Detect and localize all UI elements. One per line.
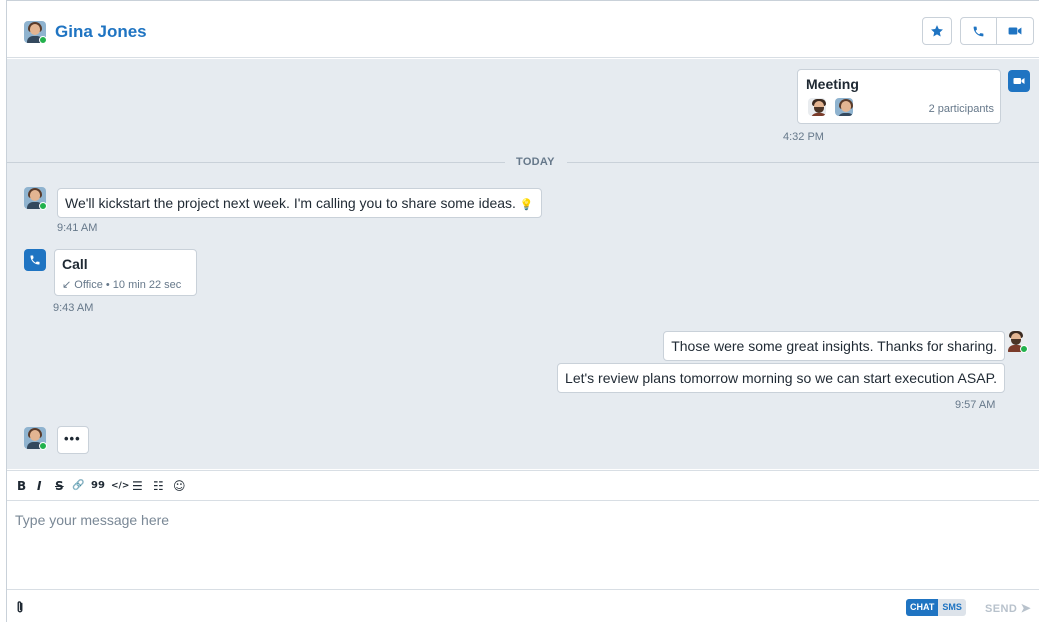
link-button[interactable]: 🔗 <box>72 479 84 493</box>
send-button[interactable]: SEND ➤ <box>985 601 1031 615</box>
emoji-button[interactable]: ☺ <box>173 479 186 493</box>
call-duration: 10 min 22 sec <box>112 279 182 291</box>
message-time: 9:57 AM <box>955 399 996 411</box>
code-button[interactable]: </> <box>111 479 129 493</box>
message-time: 9:41 AM <box>57 222 98 234</box>
meeting-video-icon <box>1008 70 1030 92</box>
chat-mode-option[interactable]: CHAT <box>906 599 939 616</box>
online-status-dot <box>39 442 47 450</box>
video-icon <box>1008 27 1022 35</box>
lightbulb-icon: 💡 <box>519 199 534 211</box>
chat-header: Gina Jones <box>7 1 1039 58</box>
participant-avatar <box>808 98 826 116</box>
phone-icon <box>973 26 984 36</box>
star-icon <box>931 25 943 37</box>
online-status-dot <box>39 36 47 44</box>
bold-button[interactable]: B <box>17 479 26 493</box>
participant-avatar <box>835 98 853 116</box>
quote-button[interactable]: 99 <box>91 479 105 493</box>
message-bubble-incoming[interactable]: We'll kickstart the project next week. I… <box>57 188 542 218</box>
chat-sms-toggle[interactable]: CHAT SMS <box>906 599 966 616</box>
participants-count: 2 participants <box>928 103 994 115</box>
contact-name[interactable]: Gina Jones <box>55 22 147 42</box>
bullet-list-button[interactable]: ☰ <box>132 479 143 493</box>
divider-line <box>567 162 1039 163</box>
message-bubble-outgoing[interactable]: Let's review plans tomorrow morning so w… <box>557 363 1005 393</box>
message-input[interactable]: Type your message here <box>15 512 169 528</box>
meeting-title: Meeting <box>806 76 859 92</box>
message-list[interactable]: Meeting 2 participants 4:32 PM TODAY We'… <box>7 59 1039 469</box>
typing-indicator: ••• <box>57 426 89 454</box>
favorite-button[interactable] <box>922 17 952 45</box>
italic-button[interactable]: I <box>37 479 41 493</box>
format-toolbar: B I S 🔗 99 </> ☰ ☷ ☺ <box>7 470 1039 501</box>
incoming-arrow-icon: ↙ <box>62 279 72 291</box>
date-divider: TODAY <box>516 156 555 168</box>
composer-footer: CHAT SMS SEND ➤ <box>7 589 1039 623</box>
meeting-card[interactable]: Meeting 2 participants <box>797 69 1001 124</box>
call-title: Call <box>62 256 88 272</box>
sms-mode-option[interactable]: SMS <box>938 599 966 616</box>
call-details: ↙ Office • 10 min 22 sec <box>62 279 182 291</box>
call-phone-icon <box>24 249 46 271</box>
send-arrow-icon: ➤ <box>1020 601 1032 615</box>
call-time: 9:43 AM <box>53 302 94 314</box>
call-card[interactable]: Call ↙ Office • 10 min 22 sec <box>54 249 197 296</box>
divider-line <box>7 162 505 163</box>
numbered-list-button[interactable]: ☷ <box>153 479 164 493</box>
meeting-time: 4:32 PM <box>783 131 824 143</box>
call-location: Office <box>74 279 103 291</box>
call-actions-group <box>960 17 1034 45</box>
message-bubble-outgoing[interactable]: Those were some great insights. Thanks f… <box>663 331 1005 361</box>
audio-call-button[interactable] <box>961 18 998 44</box>
online-status-dot <box>1020 345 1028 353</box>
video-call-button[interactable] <box>997 18 1033 44</box>
chat-window: Gina Jones Meeting 2 participants 4:32 P… <box>6 0 1039 622</box>
paperclip-icon[interactable] <box>15 600 25 614</box>
strikethrough-button[interactable]: S <box>55 479 64 493</box>
online-status-dot <box>39 202 47 210</box>
